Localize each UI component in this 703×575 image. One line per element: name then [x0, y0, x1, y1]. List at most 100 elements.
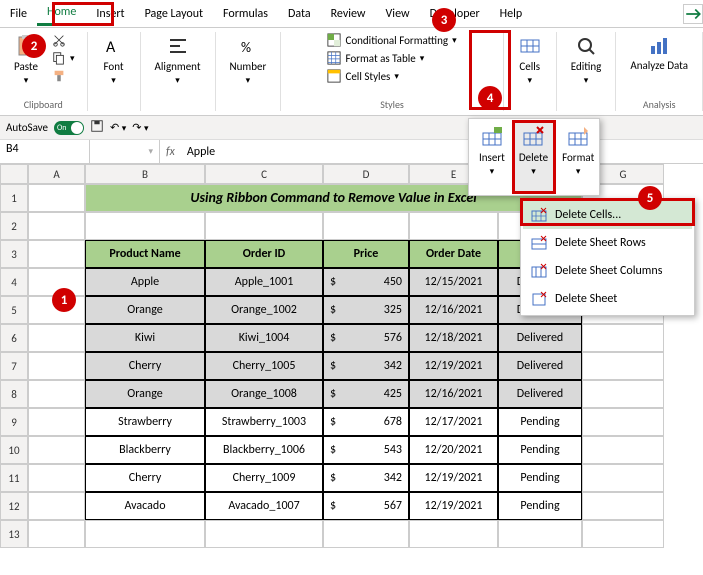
- cell-status[interactable]: Pending: [498, 492, 582, 520]
- undo-button[interactable]: ↶ ▾: [110, 121, 126, 134]
- menu-delete-rows[interactable]: Delete Sheet Rows: [523, 229, 692, 257]
- cell-D13[interactable]: [323, 520, 409, 548]
- cell-g7[interactable]: [582, 352, 664, 380]
- row-header-8[interactable]: 8: [0, 380, 28, 408]
- cell-D2[interactable]: [323, 212, 409, 240]
- font-group-button[interactable]: AFont▾: [96, 32, 132, 88]
- cell-price[interactable]: 425: [323, 380, 409, 408]
- row-header-1[interactable]: 1: [0, 184, 28, 212]
- cell-a1[interactable]: [28, 184, 85, 212]
- cell-date[interactable]: 12/19/2021: [409, 352, 498, 380]
- delete-cells-button[interactable]: Delete▾: [513, 123, 554, 191]
- select-all-corner[interactable]: [0, 164, 28, 184]
- cell-date[interactable]: 12/16/2021: [409, 296, 498, 324]
- format-as-table-button[interactable]: Format as Table ▾: [323, 50, 428, 66]
- cell-product[interactable]: Avacado: [85, 492, 205, 520]
- cell-E2[interactable]: [409, 212, 498, 240]
- name-box[interactable]: B4: [0, 140, 90, 163]
- row-header-6[interactable]: 6: [0, 324, 28, 352]
- formula-input[interactable]: [181, 143, 703, 161]
- row-header-11[interactable]: 11: [0, 464, 28, 492]
- cell-a7[interactable]: [28, 352, 85, 380]
- cell-a8[interactable]: [28, 380, 85, 408]
- cell-date[interactable]: 12/19/2021: [409, 464, 498, 492]
- cell-price[interactable]: 342: [323, 464, 409, 492]
- row-header-13[interactable]: 13: [0, 520, 28, 548]
- cell-orderid[interactable]: Blackberry_1006: [205, 436, 323, 464]
- save-icon[interactable]: [90, 119, 104, 136]
- cell-g9[interactable]: [582, 408, 664, 436]
- cell-price[interactable]: 450: [323, 268, 409, 296]
- menu-delete-cells[interactable]: Delete Cells...: [523, 201, 692, 229]
- analyze-data-button[interactable]: Analyze Data: [624, 32, 694, 74]
- cell-date[interactable]: 12/19/2021: [409, 492, 498, 520]
- row-header-7[interactable]: 7: [0, 352, 28, 380]
- cell-price[interactable]: 567: [323, 492, 409, 520]
- cell-date[interactable]: 12/16/2021: [409, 380, 498, 408]
- cell-B13[interactable]: [85, 520, 205, 548]
- menu-delete-columns[interactable]: Delete Sheet Columns: [523, 257, 692, 285]
- cell-product[interactable]: Strawberry: [85, 408, 205, 436]
- cell-A2[interactable]: [28, 212, 85, 240]
- tab-insert[interactable]: Insert: [86, 3, 134, 25]
- tab-page-layout[interactable]: Page Layout: [135, 3, 213, 25]
- tab-formulas[interactable]: Formulas: [213, 3, 278, 25]
- row-header-3[interactable]: 3: [0, 240, 28, 268]
- cell-C13[interactable]: [205, 520, 323, 548]
- cut-button[interactable]: [48, 32, 79, 48]
- format-painter-button[interactable]: [48, 68, 79, 84]
- cell-product[interactable]: Cherry: [85, 352, 205, 380]
- cell-styles-button[interactable]: Cell Styles ▾: [323, 68, 402, 84]
- cell-price[interactable]: 325: [323, 296, 409, 324]
- cell-orderid[interactable]: Avacado_1007: [205, 492, 323, 520]
- cell-product[interactable]: Apple: [85, 268, 205, 296]
- cell-a10[interactable]: [28, 436, 85, 464]
- col-header-C[interactable]: C: [205, 164, 323, 184]
- cell-orderid[interactable]: Apple_1001: [205, 268, 323, 296]
- cell-price[interactable]: 342: [323, 352, 409, 380]
- tab-home[interactable]: Home: [37, 1, 86, 26]
- cell-product[interactable]: Orange: [85, 296, 205, 324]
- cell-status[interactable]: Delivered: [498, 324, 582, 352]
- cell-date[interactable]: 12/20/2021: [409, 436, 498, 464]
- cell-orderid[interactable]: Orange_1002: [205, 296, 323, 324]
- cell-orderid[interactable]: Strawberry_1003: [205, 408, 323, 436]
- table-header[interactable]: Order ID: [205, 240, 323, 268]
- row-header-9[interactable]: 9: [0, 408, 28, 436]
- cell-a3[interactable]: [28, 240, 85, 268]
- cell-A13[interactable]: [28, 520, 85, 548]
- cell-a12[interactable]: [28, 492, 85, 520]
- cell-g12[interactable]: [582, 492, 664, 520]
- autosave-toggle[interactable]: On: [54, 121, 84, 135]
- col-header-B[interactable]: B: [85, 164, 205, 184]
- cell-status[interactable]: Pending: [498, 464, 582, 492]
- col-header-A[interactable]: A: [28, 164, 85, 184]
- tab-file[interactable]: File: [0, 3, 37, 25]
- cell-g6[interactable]: [582, 324, 664, 352]
- cell-date[interactable]: 12/18/2021: [409, 324, 498, 352]
- cell-price[interactable]: 576: [323, 324, 409, 352]
- cell-g10[interactable]: [582, 436, 664, 464]
- cell-product[interactable]: Kiwi: [85, 324, 205, 352]
- cell-B2[interactable]: [85, 212, 205, 240]
- tab-view[interactable]: View: [376, 3, 420, 25]
- cell-g8[interactable]: [582, 380, 664, 408]
- row-header-4[interactable]: 4: [0, 268, 28, 296]
- row-header-12[interactable]: 12: [0, 492, 28, 520]
- cell-a11[interactable]: [28, 464, 85, 492]
- redo-button[interactable]: ↷ ▾: [132, 121, 148, 134]
- cell-date[interactable]: 12/17/2021: [409, 408, 498, 436]
- cells-group-button[interactable]: Cells▾: [512, 32, 548, 88]
- insert-cells-button[interactable]: Insert▾: [473, 123, 511, 191]
- cell-E13[interactable]: [409, 520, 498, 548]
- conditional-formatting-button[interactable]: Conditional Formatting ▾: [323, 32, 460, 48]
- editing-group-button[interactable]: Editing▾: [565, 32, 608, 88]
- cell-date[interactable]: 12/15/2021: [409, 268, 498, 296]
- cell-F13[interactable]: [498, 520, 582, 548]
- cell-g11[interactable]: [582, 464, 664, 492]
- cell-product[interactable]: Blackberry: [85, 436, 205, 464]
- share-button[interactable]: [683, 4, 703, 24]
- table-header[interactable]: Order Date: [409, 240, 498, 268]
- cell-orderid[interactable]: Orange_1008: [205, 380, 323, 408]
- number-group-button[interactable]: %Number▾: [224, 32, 273, 88]
